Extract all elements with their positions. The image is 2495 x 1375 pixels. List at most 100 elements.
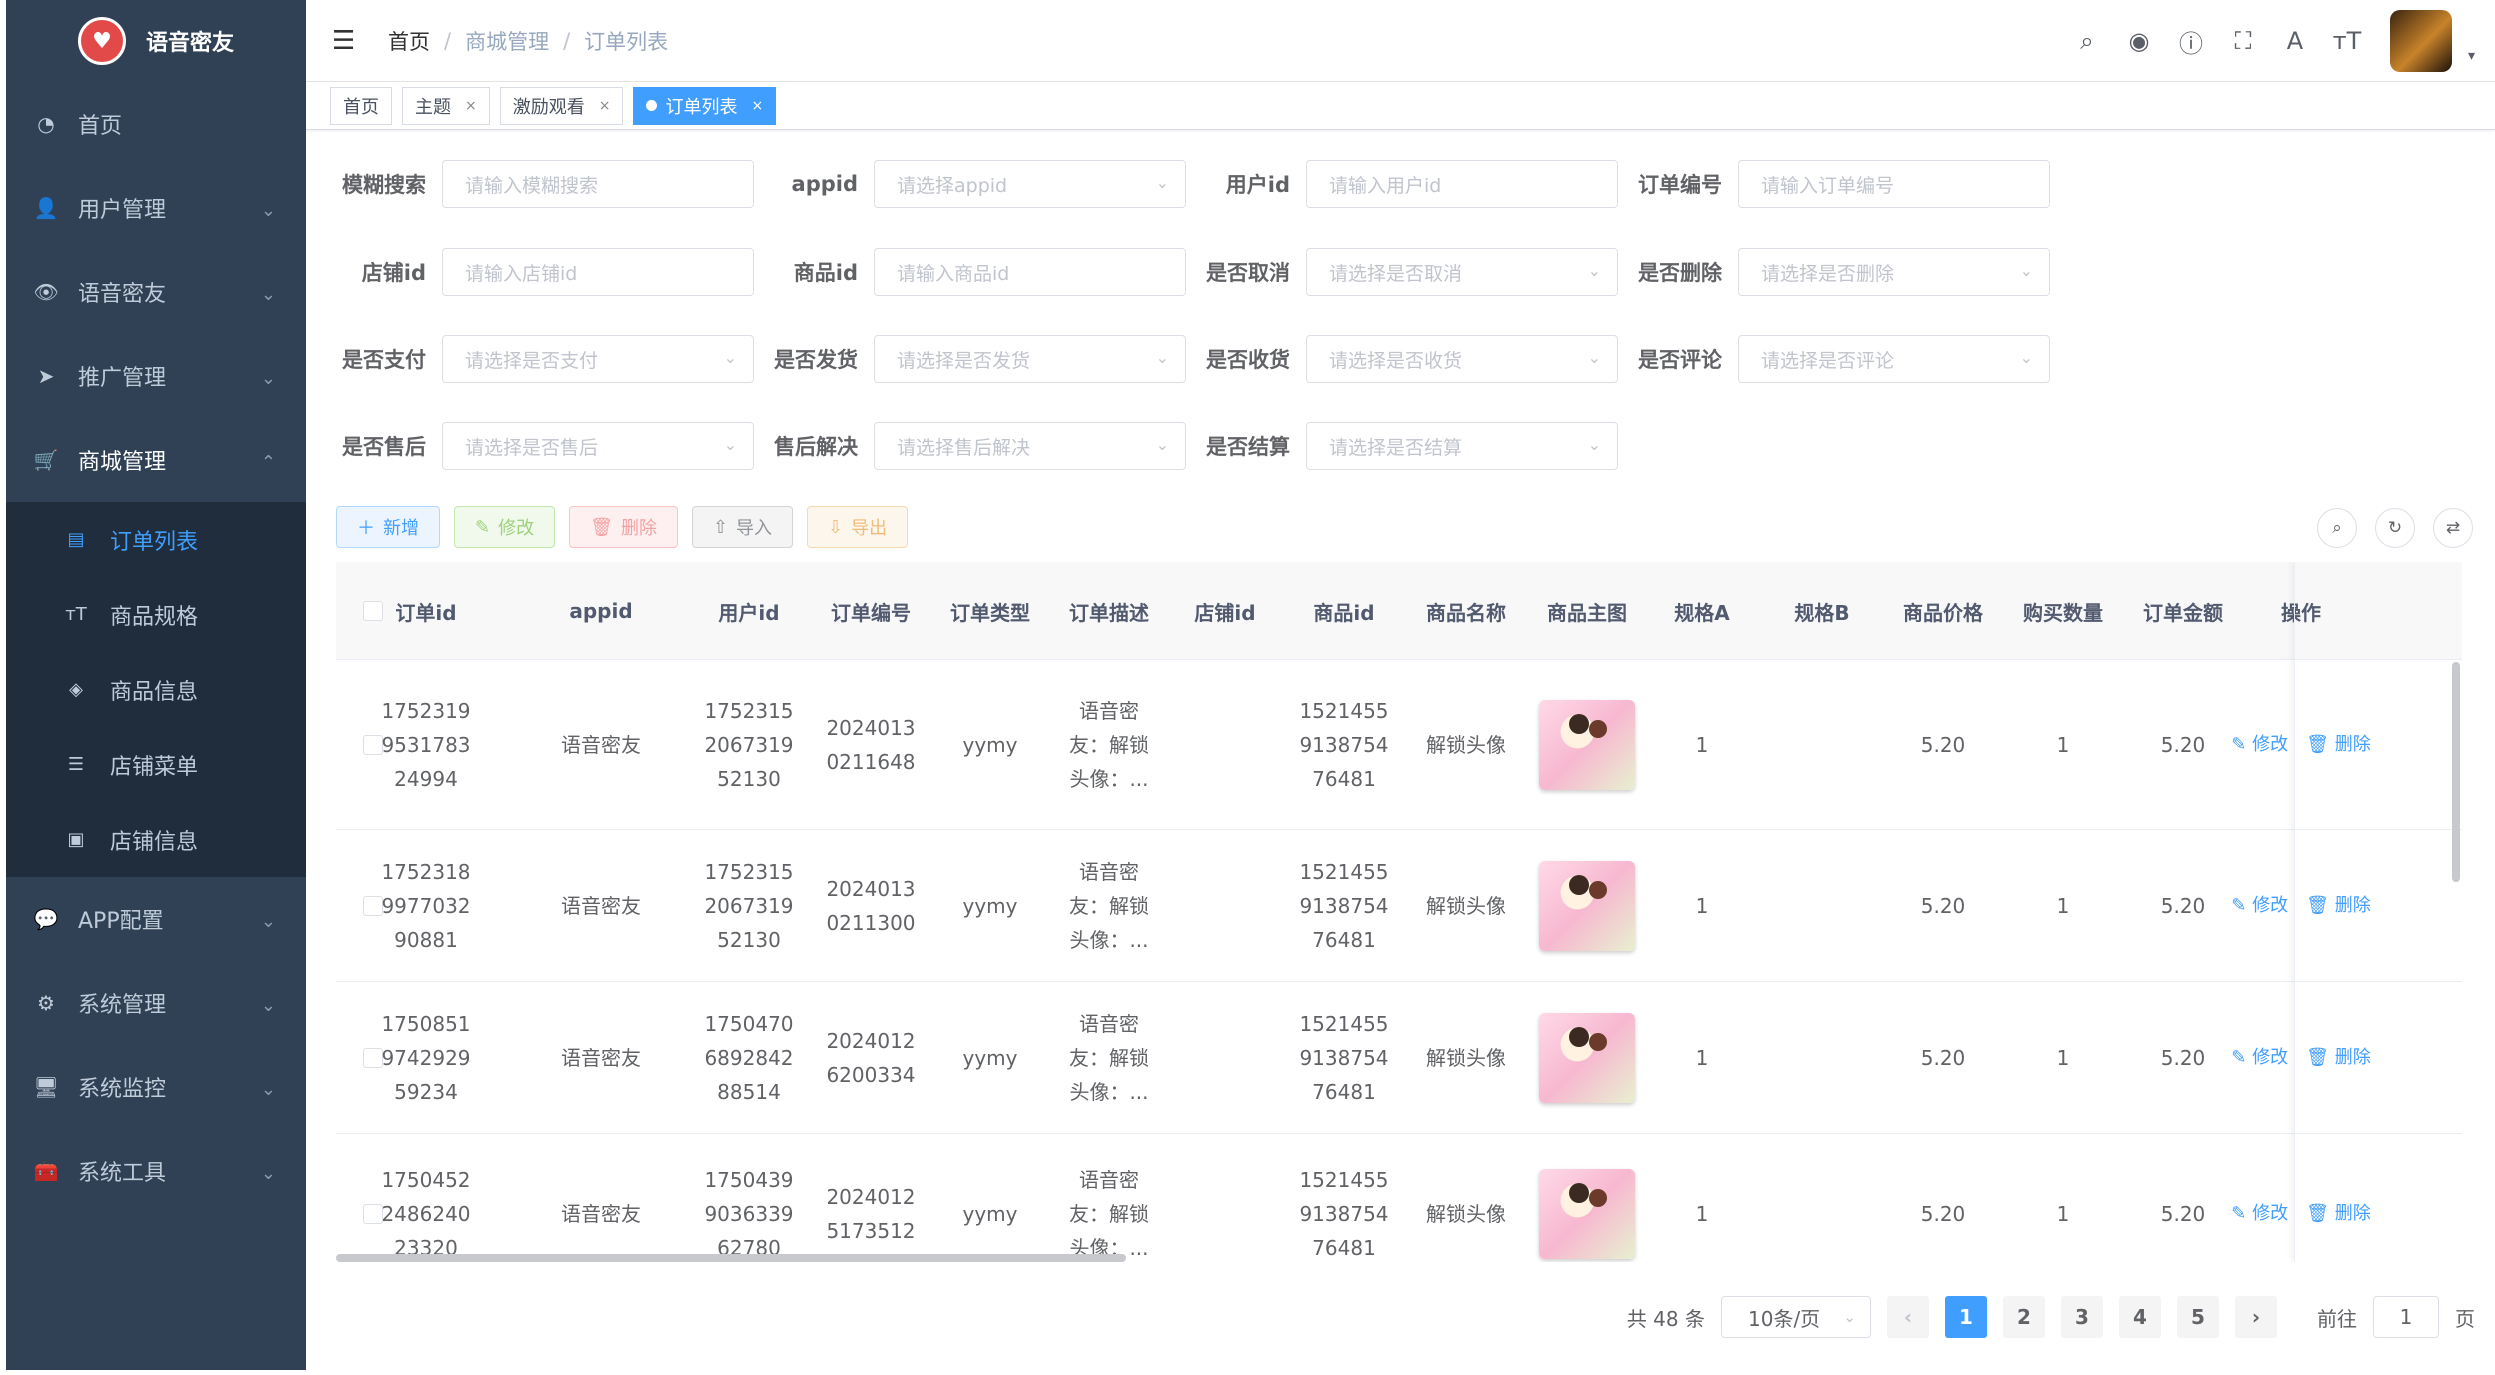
prev-page-button[interactable]: ‹	[1887, 1296, 1929, 1338]
breadcrumb-home[interactable]: 首页	[388, 26, 430, 56]
add-button[interactable]: ＋ 新增	[336, 506, 440, 548]
page-size-select[interactable]: 10条/页 ⌄	[1721, 1296, 1871, 1338]
sidebar-item-goods-spec[interactable]: ᴛT 商品规格	[6, 577, 306, 652]
form-label: 售后解决	[774, 435, 858, 459]
import-button[interactable]: ⇧ 导入	[691, 506, 794, 548]
tag-reward-video[interactable]: 激励观看 ×	[499, 86, 624, 125]
app-title: 语音密友	[145, 31, 234, 56]
filter-input[interactable]: 请输入店铺id	[442, 248, 754, 296]
form-item: 店铺id 请输入店铺id	[336, 248, 768, 296]
download-icon: ⇩	[828, 516, 844, 538]
row-edit-button[interactable]: ✎ 修改	[2231, 1197, 2288, 1231]
question-icon[interactable]: ⓘ	[2176, 26, 2206, 58]
sidebar-item-system-management[interactable]: ⚙ 系统管理 ⌄	[6, 961, 306, 1045]
caret-down-icon[interactable]: ▾	[2468, 48, 2475, 64]
page-button[interactable]: 3	[2061, 1296, 2103, 1338]
delete-button[interactable]: 🗑 删除	[569, 506, 678, 548]
table-row[interactable]: 1752318 9977032 90881 语音密友 1752315 2067319…	[336, 830, 2462, 982]
filter-select[interactable]: 请选择appid ⌄	[874, 160, 1186, 208]
chevron-down-icon: ⌄	[260, 995, 276, 1016]
filter-input[interactable]: 请输入模糊搜索	[442, 160, 754, 208]
sidebar-item-label: 店铺信息	[110, 829, 199, 855]
upload-icon: ⇧	[712, 516, 729, 538]
sidebar-item-voice-friend[interactable]: 👁 语音密友 ⌄	[6, 250, 306, 334]
eye-icon: 👁	[33, 280, 59, 304]
filter-select[interactable]: 请选择是否取消 ⌄	[1306, 248, 1618, 296]
sidebar-item-user-management[interactable]: 👤 用户管理 ⌄	[6, 166, 306, 250]
tag-home[interactable]: 首页	[330, 86, 392, 125]
page-button[interactable]: 5	[2177, 1296, 2219, 1338]
breadcrumb-mall[interactable]: 商城管理	[465, 26, 549, 56]
action-toolbar: ＋ 新增 ✎ 修改 🗑 删除 ⇧ 导入 ⇩ 导出	[336, 506, 909, 548]
vertical-scrollbar[interactable]	[2452, 662, 2460, 882]
column-header: 订单金额	[2143, 600, 2223, 625]
filter-select[interactable]: 请选择是否删除 ⌄	[1738, 248, 2050, 296]
filter-select[interactable]: 请选择是否支付 ⌄	[442, 335, 754, 383]
active-dot-icon	[646, 100, 658, 111]
tag-order-list[interactable]: 订单列表 ×	[633, 86, 777, 125]
goods-thumbnail[interactable]	[1539, 699, 1635, 790]
filter-select[interactable]: 请选择是否售后 ⌄	[442, 422, 754, 470]
refresh-icon[interactable]: ↻	[2375, 508, 2415, 548]
table-header: 订单id appid 用户id 订单编号 订单类型 订单描述 店铺id 商品id 商品名称 商品主…	[336, 562, 2462, 660]
sidebar-item-system-tools[interactable]: 🧰 系统工具 ⌄	[6, 1129, 306, 1213]
text-size-icon[interactable]: ᴛT	[2332, 26, 2362, 56]
column-header: 规格B	[1794, 600, 1850, 625]
table-row[interactable]: 1750851 9742929 59234 语音密友 1750470 6892842…	[336, 982, 2462, 1134]
columns-icon[interactable]: ⇄	[2433, 508, 2473, 548]
close-icon[interactable]: ×	[751, 98, 763, 114]
next-page-button[interactable]: ›	[2235, 1296, 2277, 1338]
search-toggle-icon[interactable]: ⌕	[2317, 508, 2357, 548]
row-edit-button[interactable]: ✎ 修改	[2231, 889, 2288, 923]
table-cell-appid: 语音密友	[561, 1201, 641, 1226]
page-button[interactable]: 4	[2119, 1296, 2161, 1338]
sidebar-item-promotion[interactable]: ➤ 推广管理 ⌄	[6, 334, 306, 418]
sidebar-item-goods-info[interactable]: ◈ 商品信息	[6, 652, 306, 727]
edit-button[interactable]: ✎ 修改	[454, 506, 556, 548]
translate-icon[interactable]: A	[2280, 26, 2310, 56]
table-row[interactable]: 1750452 2486240 23320 语音密友 1750439 9036339…	[336, 1134, 2462, 1262]
filter-select[interactable]: 请选择是否收货 ⌄	[1306, 335, 1618, 383]
sidebar-item-order-list[interactable]: ▤ 订单列表	[6, 502, 306, 577]
filter-select[interactable]: 请选择售后解决 ⌄	[874, 422, 1186, 470]
table-row[interactable]: 1752319 9531783 24994 语音密友 1752315 2067319…	[336, 660, 2462, 830]
filter-select[interactable]: 请选择是否发货 ⌄	[874, 335, 1186, 383]
table-cell-appid: 语音密友	[561, 893, 641, 918]
filter-select[interactable]: 请选择是否评论 ⌄	[1738, 335, 2050, 383]
hamburger-icon[interactable]: ☰	[332, 26, 358, 56]
goods-thumbnail[interactable]	[1539, 860, 1635, 951]
row-edit-button[interactable]: ✎ 修改	[2231, 728, 2288, 762]
sidebar-item-app-config[interactable]: 💬 APP配置 ⌄	[6, 877, 306, 961]
filter-input[interactable]: 请输入订单编号	[1738, 160, 2050, 208]
sidebar-item-home[interactable]: ◔ 首页	[6, 82, 306, 166]
filter-select[interactable]: 请选择是否结算 ⌄	[1306, 422, 1618, 470]
close-icon[interactable]: ×	[465, 98, 477, 114]
search-icon[interactable]: ⌕	[2072, 26, 2102, 56]
page-button[interactable]: 2	[2003, 1296, 2045, 1338]
goto-page-input[interactable]: 1	[2373, 1296, 2439, 1338]
sidebar-item-mall[interactable]: 🛒 商城管理 ⌃	[6, 418, 306, 502]
chevron-down-icon: ⌄	[1587, 348, 1601, 367]
goods-thumbnail[interactable]	[1539, 1168, 1635, 1259]
table-cell-type: yymy	[962, 1045, 1018, 1070]
horizontal-scrollbar[interactable]	[336, 1254, 1126, 1262]
form-label: 是否评论	[1638, 348, 1722, 372]
tag-label: 订单列表	[665, 96, 738, 118]
filter-input[interactable]: 请输入商品id	[874, 248, 1186, 296]
chevron-down-icon: ⌄	[2019, 261, 2033, 280]
close-icon[interactable]: ×	[599, 98, 611, 114]
github-icon[interactable]: ◉	[2124, 26, 2154, 56]
fullscreen-icon[interactable]: ⛶	[2228, 26, 2258, 56]
sidebar-item-shop-info[interactable]: ▣ 店铺信息	[6, 802, 306, 877]
sidebar-item-shop-menu[interactable]: ☰ 店铺菜单	[6, 727, 306, 802]
avatar[interactable]	[2389, 10, 2452, 72]
sidebar-item-system-monitor[interactable]: 🖥 系统监控 ⌄	[6, 1045, 306, 1129]
export-button[interactable]: ⇩ 导出	[807, 506, 909, 548]
filter-input[interactable]: 请输入用户id	[1306, 160, 1618, 208]
page-button[interactable]: 1	[1945, 1296, 1987, 1338]
tag-theme[interactable]: 主题 ×	[402, 86, 490, 125]
chevron-down-icon: ⌄	[2019, 348, 2033, 367]
goods-thumbnail[interactable]	[1539, 1012, 1635, 1103]
row-edit-button[interactable]: ✎ 修改	[2231, 1041, 2288, 1075]
app-logo[interactable]: ♥ 语音密友	[6, 0, 306, 82]
